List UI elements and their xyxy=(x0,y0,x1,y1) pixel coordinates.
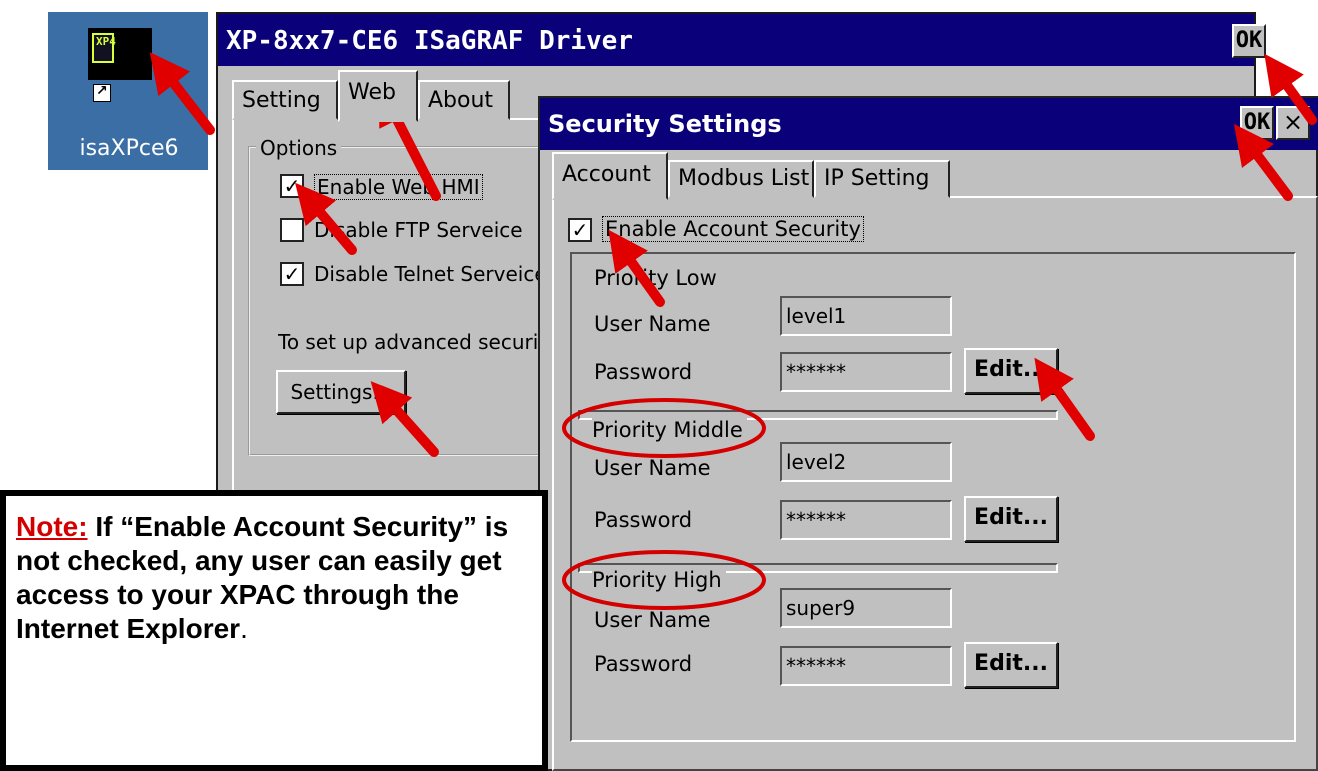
password-field-high[interactable]: ****** xyxy=(780,646,952,686)
options-legend: Options xyxy=(256,136,342,160)
priority-middle-heading: Priority Middle xyxy=(592,418,747,442)
tab-web[interactable]: Web xyxy=(338,70,418,122)
password-label: Password xyxy=(594,652,697,676)
note-text: If “Enable Account Security” is not chec… xyxy=(16,511,509,644)
user-name-label: User Name xyxy=(594,608,715,632)
isagraf-app-icon: XP4 xyxy=(92,33,116,63)
tab-about[interactable]: About xyxy=(418,80,510,120)
driver-ok-button[interactable]: OK xyxy=(1232,24,1266,58)
security-ok-button[interactable]: OK xyxy=(1240,106,1274,140)
disable-ftp-label[interactable]: Disable FTP Serveice xyxy=(314,218,523,242)
security-window-title: Security Settings xyxy=(548,110,782,138)
password-label: Password xyxy=(594,508,697,532)
user-name-label: User Name xyxy=(594,312,715,336)
driver-window-title: XP-8xx7-CE6 ISaGRAF Driver xyxy=(226,26,633,56)
note-prefix: Note: xyxy=(16,511,88,542)
settings-button[interactable]: Settings... xyxy=(276,370,406,414)
edit-button-low[interactable]: Edit... xyxy=(964,348,1058,394)
enable-web-hmi-label[interactable]: Enable Web HMI xyxy=(314,174,483,200)
user-name-field-middle[interactable]: level2 xyxy=(780,442,952,482)
tab-setting[interactable]: Setting xyxy=(232,80,338,120)
edit-button-high[interactable]: Edit... xyxy=(964,642,1058,688)
tab-account[interactable]: Account xyxy=(552,152,668,200)
password-label: Password xyxy=(594,360,697,384)
password-field-middle[interactable]: ****** xyxy=(780,500,952,540)
note-box: Note: If “Enable Account Security” is no… xyxy=(0,490,548,771)
enable-account-security-label[interactable]: Enable Account Security xyxy=(602,216,864,242)
edit-button-middle[interactable]: Edit... xyxy=(964,496,1058,542)
user-name-label: User Name xyxy=(594,456,715,480)
enable-web-hmi-checkbox[interactable]: ✓ xyxy=(280,174,304,198)
enable-account-security-checkbox[interactable]: ✓ xyxy=(568,218,592,242)
user-name-field-low[interactable]: level1 xyxy=(780,296,952,336)
disable-telnet-label[interactable]: Disable Telnet Serveice xyxy=(314,262,547,286)
disable-telnet-checkbox[interactable]: ✓ xyxy=(280,262,304,286)
password-field-low[interactable]: ****** xyxy=(780,352,952,392)
user-name-field-high[interactable]: super9 xyxy=(780,588,952,628)
advanced-security-text: To set up advanced securit xyxy=(278,330,540,354)
tab-modbus-list[interactable]: Modbus List xyxy=(668,160,814,198)
close-icon[interactable]: × xyxy=(1276,106,1310,140)
priority-high-heading: Priority High xyxy=(592,568,726,592)
note-suffix: . xyxy=(240,613,248,644)
shortcut-arrow-icon: ↗ xyxy=(93,83,111,102)
tab-ip-setting[interactable]: IP Setting xyxy=(814,160,950,198)
disable-ftp-checkbox[interactable] xyxy=(280,218,304,242)
desktop-icon-label[interactable]: isaXPce6 xyxy=(56,136,202,161)
priority-low-heading: Priority Low xyxy=(594,266,721,290)
